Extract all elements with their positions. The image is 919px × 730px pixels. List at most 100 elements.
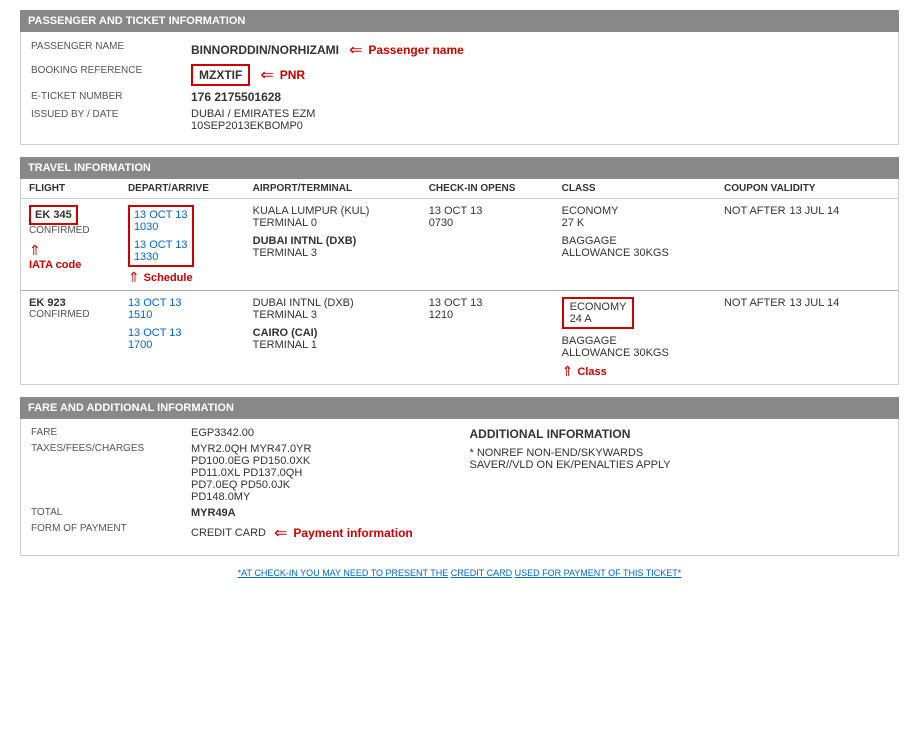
flight1-baggage-label: BAGGAGE	[562, 235, 718, 247]
flight1-validity-cell: NOT AFTER 13 JUL 14	[724, 199, 898, 291]
iata-annotation: IATA code	[29, 259, 122, 271]
flight2-checkin-date: 13 OCT 13	[429, 297, 556, 309]
fare-value: EGP3342.00	[191, 427, 254, 439]
pnr-annotation-row: ⇐ PNR	[260, 65, 305, 85]
passenger-section: PASSENGER AND TICKET INFORMATION PASSENG…	[20, 10, 899, 145]
flight1-terminal1: TERMINAL 0	[253, 217, 423, 229]
payment-value: CREDIT CARD	[191, 527, 266, 539]
eticket-row: E-TICKET NUMBER 176 2175501628	[31, 90, 888, 104]
eticket-value: 176 2175501628	[191, 90, 281, 104]
fare-right-panel: ADDITIONAL INFORMATION * NONREF NON-END/…	[470, 427, 889, 547]
flight1-class-sub: 27 K	[562, 217, 718, 229]
pnr-value: MZXTIF	[191, 64, 250, 86]
col-depart: DEPART/ARRIVE	[128, 179, 253, 199]
flight1-arrive-date: 13 OCT 13	[134, 239, 188, 251]
schedule-annotation: Schedule	[144, 272, 193, 284]
flight2-arrive-date: 13 OCT 13	[128, 327, 247, 339]
fare-section-header: FARE AND ADDITIONAL INFORMATION	[20, 397, 899, 419]
col-airport: AIRPORT/TERMINAL	[253, 179, 429, 199]
flight1-row1: EK 345 CONFIRMED ⇑ IATA code 13 OCT 13 1…	[21, 199, 898, 291]
flight2-class-cell: ECONOMY 24 A BAGGAGE ALLOWANCE 30KGS ⇑ C…	[562, 291, 724, 385]
flight1-checkin-cell: 13 OCT 13 0730	[429, 199, 562, 291]
flight1-class-cell: ECONOMY 27 K BAGGAGE ALLOWANCE 30KGS	[562, 199, 724, 291]
flight2-status: CONFIRMED	[29, 309, 122, 320]
flight1-terminal2: TERMINAL 3	[253, 247, 423, 259]
flight2-validity-cell: NOT AFTER 13 JUL 14	[724, 291, 898, 385]
passenger-name-value: BINNORDDIN/NORHIZAMI	[191, 43, 339, 57]
footer-text-end: USED FOR PAYMENT OF THIS TICKET*	[515, 568, 682, 578]
travel-table-header-row: FLIGHT DEPART/ARRIVE AIRPORT/TERMINAL CH…	[21, 179, 898, 199]
flight2-validity-date: 13 JUL 14	[790, 297, 840, 309]
flight1-checkin-date: 13 OCT 13	[429, 205, 556, 217]
col-validity: COUPON VALIDITY	[724, 179, 898, 199]
flight2-baggage-label: BAGGAGE	[562, 335, 718, 347]
booking-ref-label: BOOKING REFERENCE	[31, 64, 191, 76]
eticket-label: E-TICKET NUMBER	[31, 90, 191, 102]
flight2-depart-time: 1510	[128, 309, 247, 321]
col-flight: FLIGHT	[21, 179, 128, 199]
flight1-depart-time: 1030	[134, 221, 188, 233]
pnr-arrow: ⇐	[260, 65, 273, 85]
flight1-depart-box: 13 OCT 13 1030 13 OCT 13 1330	[128, 205, 194, 267]
flight1-num-cell: EK 345 CONFIRMED ⇑ IATA code	[21, 199, 128, 291]
flight2-baggage-value: ALLOWANCE 30KGS	[562, 347, 718, 359]
total-row: TOTAL MYR49A	[31, 507, 450, 519]
issued-row: ISSUED BY / DATE DUBAI / EMIRATES EZM 10…	[31, 108, 888, 132]
col-class: CLASS	[562, 179, 724, 199]
taxes-row: TAXES/FEES/CHARGES MYR2.0QH MYR47.0YR PD…	[31, 443, 450, 503]
class-annotation: Class	[577, 366, 606, 378]
flight2-depart-date: 13 OCT 13	[128, 297, 247, 309]
total-label: TOTAL	[31, 507, 191, 518]
travel-section-body: FLIGHT DEPART/ARRIVE AIRPORT/TERMINAL CH…	[20, 179, 899, 385]
passenger-name-annotation-row: ⇐ Passenger name	[349, 40, 464, 60]
flight1-arrive-time: 1330	[134, 251, 188, 263]
fare-section-body: FARE EGP3342.00 TAXES/FEES/CHARGES MYR2.…	[20, 419, 899, 556]
fare-amount-row: FARE EGP3342.00	[31, 427, 450, 439]
iata-arrow: ⇑	[29, 242, 41, 259]
flight1-airport-cell: KUALA LUMPUR (KUL) TERMINAL 0 DUBAI INTN…	[253, 199, 429, 291]
footer-note: *AT CHECK-IN YOU MAY NEED TO PRESENT THE…	[20, 568, 899, 578]
flight2-row: EK 923 CONFIRMED 13 OCT 13 1510 13 OCT 1…	[21, 291, 898, 385]
passenger-name-annotation: Passenger name	[368, 43, 463, 57]
payment-arrow: ⇐	[274, 523, 287, 543]
flight1-iata-group: EK 345	[29, 205, 122, 225]
payment-row: FORM OF PAYMENT CREDIT CARD ⇐ Payment in…	[31, 523, 450, 543]
flight1-baggage-value: ALLOWANCE 30KGS	[562, 247, 718, 259]
flight2-class-box: ECONOMY 24 A	[562, 297, 635, 329]
passenger-name-row: PASSENGER NAME BINNORDDIN/NORHIZAMI ⇐ Pa…	[31, 40, 888, 60]
flight1-airport1: KUALA LUMPUR (KUL)	[253, 205, 423, 217]
flight2-airport1: DUBAI INTNL (DXB)	[253, 297, 423, 309]
taxes-value: MYR2.0QH MYR47.0YR PD100.0EG PD150.0XK P…	[191, 443, 311, 503]
flight2-terminal2: TERMINAL 1	[253, 339, 423, 351]
flight1-depart-date: 13 OCT 13	[134, 209, 188, 221]
flight2-airport-cell: DUBAI INTNL (DXB) TERMINAL 3 CAIRO (CAI)…	[253, 291, 429, 385]
additional-header: ADDITIONAL INFORMATION	[470, 427, 889, 441]
flight1-depart-cell: 13 OCT 13 1030 13 OCT 13 1330 ⇑ Schedule	[128, 199, 253, 291]
flight1-status: CONFIRMED	[29, 225, 122, 236]
flight2-checkin-time: 1210	[429, 309, 556, 321]
flight1-validity-date: 13 JUL 14	[790, 205, 840, 217]
fare-section: FARE AND ADDITIONAL INFORMATION FARE EGP…	[20, 397, 899, 556]
fare-left-panel: FARE EGP3342.00 TAXES/FEES/CHARGES MYR2.…	[31, 427, 450, 547]
schedule-arrow: ⇑	[128, 269, 140, 286]
travel-section: TRAVEL INFORMATION FLIGHT DEPART/ARRIVE …	[20, 157, 899, 385]
fare-wrapper: FARE EGP3342.00 TAXES/FEES/CHARGES MYR2.…	[31, 427, 888, 547]
passenger-name-arrow: ⇐	[349, 40, 362, 60]
flight2-checkin-cell: 13 OCT 13 1210	[429, 291, 562, 385]
flight2-number: EK 923	[29, 297, 122, 309]
issued-label: ISSUED BY / DATE	[31, 108, 191, 120]
flight2-class-sub: 24 A	[570, 313, 627, 325]
class-arrow: ⇑	[562, 363, 574, 380]
payment-annotation: Payment information	[293, 526, 412, 540]
flight1-checkin-time: 0730	[429, 217, 556, 229]
flight2-airport2: CAIRO (CAI)	[253, 327, 423, 339]
flight2-num-cell: EK 923 CONFIRMED	[21, 291, 128, 385]
total-value: MYR49A	[191, 507, 236, 519]
col-checkin: CHECK-IN OPENS	[429, 179, 562, 199]
taxes-label: TAXES/FEES/CHARGES	[31, 443, 191, 454]
flight2-terminal1: TERMINAL 3	[253, 309, 423, 321]
payment-label: FORM OF PAYMENT	[31, 523, 191, 534]
flight1-validity-label: NOT AFTER	[724, 205, 786, 217]
booking-ref-row: BOOKING REFERENCE MZXTIF ⇐ PNR	[31, 64, 888, 86]
flight1-number: EK 345	[29, 205, 78, 225]
